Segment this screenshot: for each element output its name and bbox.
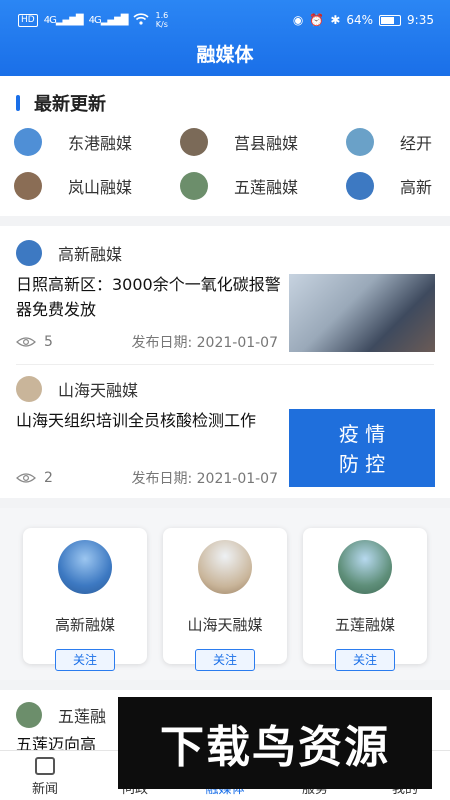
media-name: 岚山融媒 — [68, 178, 133, 197]
view-count: 2 — [44, 470, 53, 486]
media-item[interactable]: 经开 — [346, 128, 450, 156]
status-bar: HD 4G▂▄▆█ 4G▂▄▆█ 1.6 K/s ◉ ⏰ ✱ 64% 9:35 — [0, 0, 450, 40]
section-accent-bar — [16, 95, 20, 111]
news-source: 五莲融 — [16, 702, 106, 728]
clock: 9:35 — [407, 13, 434, 27]
card-name: 五莲融媒 — [334, 616, 395, 634]
news-headline: 山海天组织培训全员核酸检测工作 — [16, 411, 257, 430]
latest-row-2: 岚山融媒 五莲融媒 高新 — [14, 172, 450, 200]
news-icon — [35, 757, 55, 775]
publish-date: 发布日期: 2021-01-07 — [131, 471, 278, 487]
eye-icon — [16, 337, 36, 347]
news-item[interactable]: 山海天融媒 山海天组织培训全员核酸检测工作 2 发布日期: 2021-01-07… — [0, 364, 450, 498]
latest-section: 最新更新 东港融媒 莒县融媒 经开 岚山融媒 五莲融媒 高新 — [0, 76, 450, 216]
media-avatar — [180, 128, 208, 156]
media-card[interactable]: 山海天融媒 关注 — [163, 528, 287, 671]
follow-button[interactable]: 关注 — [55, 649, 115, 671]
news-thumbnail — [289, 274, 435, 352]
app-header: HD 4G▂▄▆█ 4G▂▄▆█ 1.6 K/s ◉ ⏰ ✱ 64% 9:35 融… — [0, 0, 450, 76]
source-avatar — [16, 240, 42, 266]
media-name: 高新 — [400, 178, 433, 197]
media-item[interactable]: 高新 — [346, 172, 450, 200]
page-title: 融媒体 — [196, 44, 254, 66]
card-avatar — [58, 540, 112, 594]
wifi-icon — [133, 12, 150, 28]
media-item[interactable]: 岚山融媒 — [14, 172, 180, 200]
signal-icon-2: 4G▂▄▆█ — [88, 14, 129, 26]
media-card[interactable]: 五莲融媒 关注 — [303, 528, 427, 671]
view-count: 5 — [44, 334, 53, 350]
media-avatar — [14, 128, 42, 156]
card-avatar — [338, 540, 392, 594]
media-avatar — [346, 172, 374, 200]
latest-row-1: 东港融媒 莒县融媒 经开 — [14, 128, 450, 156]
media-name: 五莲融媒 — [234, 178, 299, 197]
media-item[interactable]: 莒县融媒 — [180, 128, 346, 156]
battery-icon — [379, 14, 402, 26]
source-avatar — [16, 702, 42, 728]
media-name: 莒县融媒 — [234, 134, 299, 153]
media-avatar — [180, 172, 208, 200]
media-name: 东港融媒 — [68, 134, 133, 153]
card-name: 高新融媒 — [54, 616, 115, 634]
media-avatar — [346, 128, 374, 156]
latest-title: 最新更新 — [16, 90, 106, 116]
media-name: 经开 — [400, 134, 433, 153]
eye-icon — [16, 473, 36, 483]
follow-cards: 高新融媒 关注 山海天融媒 关注 五莲融媒 关注 — [0, 508, 450, 680]
media-item[interactable]: 东港融媒 — [14, 128, 180, 156]
net-speed: 1.6 K/s — [155, 11, 169, 29]
bluetooth-icon: ✱ — [330, 13, 341, 27]
media-item[interactable]: 五莲融媒 — [180, 172, 346, 200]
hd-badge: HD — [18, 13, 38, 27]
publish-date: 发布日期: 2021-01-07 — [131, 335, 278, 351]
news-source: 山海天融媒 — [16, 376, 138, 402]
news-source: 高新融媒 — [16, 240, 122, 266]
tab-news[interactable]: 新闻 — [0, 751, 90, 800]
signal-icon: 4G▂▄▆█ — [43, 14, 84, 26]
battery-percent: 64% — [346, 13, 374, 27]
follow-button[interactable]: 关注 — [335, 649, 395, 671]
alarm-icon: ⏰ — [309, 13, 325, 27]
media-avatar — [14, 172, 42, 200]
follow-button[interactable]: 关注 — [195, 649, 255, 671]
card-name: 山海天融媒 — [187, 616, 263, 634]
news-list: 高新融媒 日照高新区：3000余个一氧化碳报警器免费发放 5 发布日期: 202… — [0, 226, 450, 498]
news-meta: 2 发布日期: 2021-01-07 — [16, 468, 278, 488]
source-avatar — [16, 376, 42, 402]
news-item[interactable]: 高新融媒 日照高新区：3000余个一氧化碳报警器免费发放 5 发布日期: 202… — [0, 226, 450, 360]
eye-icon: ◉ — [292, 13, 304, 27]
watermark: 下载鸟资源 — [118, 697, 432, 789]
epidemic-banner: 疫 情 防 控 — [289, 409, 435, 487]
media-card[interactable]: 高新融媒 关注 — [23, 528, 147, 671]
news-headline: 日照高新区：3000余个一氧化碳报警器免费发放 — [16, 275, 281, 319]
news-meta: 5 发布日期: 2021-01-07 — [16, 332, 278, 352]
card-avatar — [198, 540, 252, 594]
